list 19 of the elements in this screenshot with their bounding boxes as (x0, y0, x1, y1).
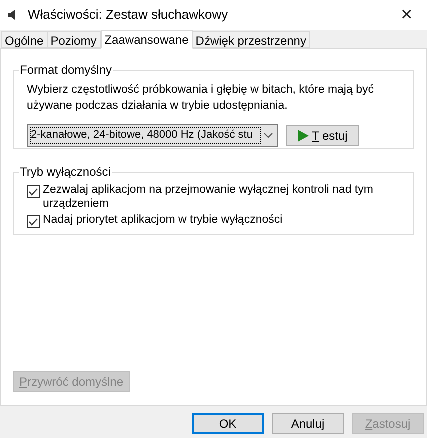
tab[interactable]: Zaawansowane (100, 30, 193, 49)
dropdown-value: 2-kanałowe, 24-bitowe, 48000 Hz (Jakość stu (30, 127, 261, 144)
tab[interactable]: Ogólne (1, 31, 48, 48)
tab[interactable]: Dźwięk przestrzenny (192, 31, 310, 48)
dialog-button[interactable]: OK (192, 413, 264, 434)
play-icon (297, 130, 310, 142)
dialog-button[interactable]: Anuluj (272, 413, 344, 434)
group-title: Tryb wyłączności (19, 164, 112, 181)
checkbox-label: Nadaj priorytet aplikacjom w trybie wyłączności (43, 213, 284, 227)
checkbox-label: Zezwalaj aplikacjom na przejmowanie wyłącznej kontroli nad tym urządzeniem (43, 183, 374, 211)
checkbox[interactable] (27, 185, 40, 198)
group-title: Format domyślny (19, 62, 114, 79)
chevron-down-icon (264, 132, 273, 138)
format-dropdown[interactable]: 2-kanałowe, 24-bitowe, 48000 Hz (Jakość stu (27, 124, 278, 147)
close-button[interactable]: × (387, 0, 427, 30)
checkbox[interactable] (27, 215, 40, 228)
tab[interactable]: Poziomy (46, 31, 101, 48)
window-title: Właściwości: Zestaw słuchawkowy (28, 6, 230, 24)
format-description: Wybierz częstotliwość próbkowania i głębię w bitach, które mają być używane podczas działania w trybie udostępniania. (27, 83, 375, 114)
